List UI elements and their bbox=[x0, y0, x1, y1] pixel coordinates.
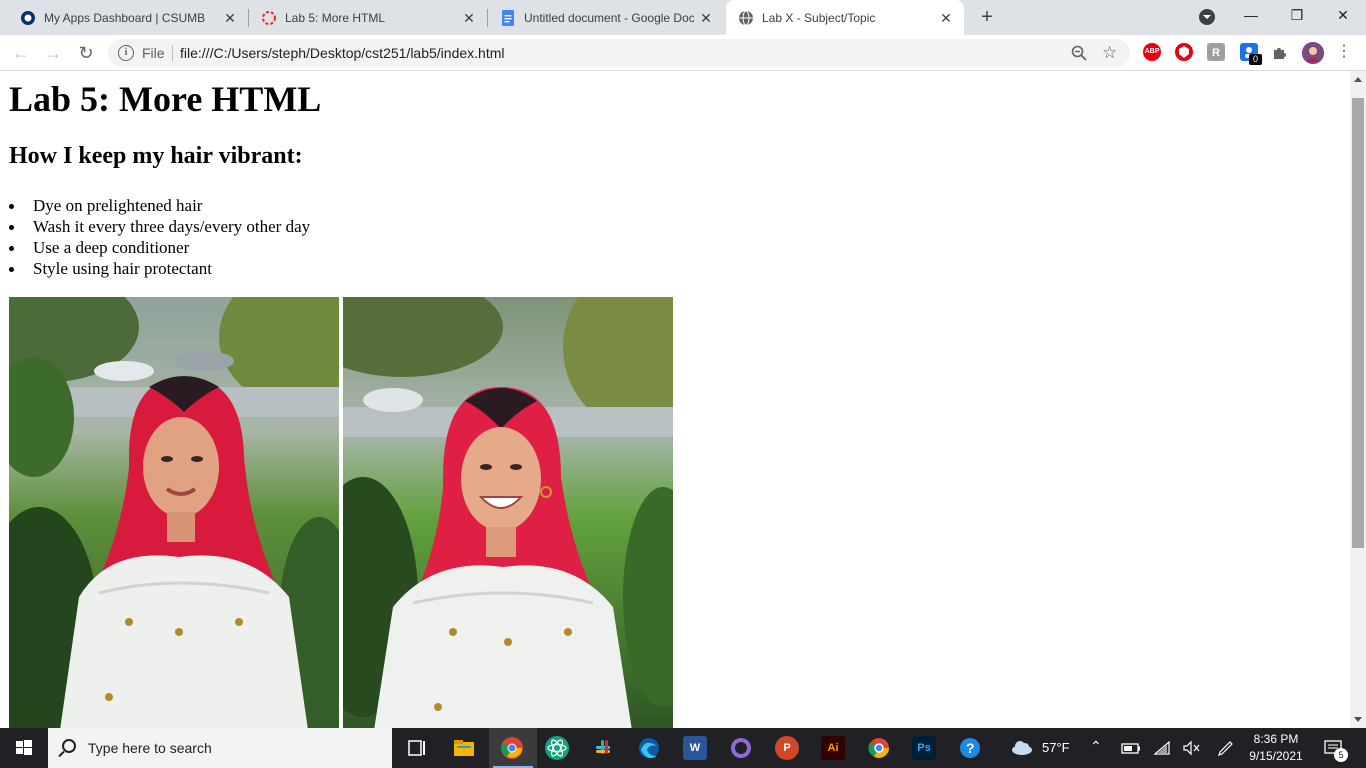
search-icon bbox=[62, 739, 76, 753]
chrome-icon[interactable] bbox=[500, 736, 524, 760]
tab-title: Lab X - Subject/Topic bbox=[762, 10, 876, 25]
globe-icon bbox=[738, 10, 754, 26]
tab-title: Lab 5: More HTML bbox=[285, 10, 386, 25]
section-heading: How I keep my hair vibrant: bbox=[9, 143, 303, 169]
notification-count-badge: 5 bbox=[1334, 748, 1348, 762]
loading-spinner-icon bbox=[261, 10, 277, 26]
profile-avatar[interactable] bbox=[1302, 42, 1324, 64]
scroll-down-arrow-icon[interactable] bbox=[1354, 717, 1362, 722]
google-docs-icon bbox=[500, 9, 516, 26]
close-tab-icon[interactable]: ✕ bbox=[938, 10, 954, 26]
bookmark-star-icon[interactable]: ☆ bbox=[1102, 43, 1117, 63]
new-tab-button[interactable]: + bbox=[976, 6, 998, 28]
photoshop-icon[interactable]: Ps bbox=[912, 736, 936, 760]
weather-temperature[interactable]: 57°F bbox=[1042, 740, 1070, 755]
pen-ink-icon[interactable] bbox=[1214, 736, 1238, 760]
browser-menu-icon[interactable]: ⋮ bbox=[1336, 43, 1352, 61]
close-window-button[interactable]: ✕ bbox=[1320, 0, 1366, 33]
chrome-profile-icon[interactable] bbox=[867, 736, 891, 760]
powerpoint-icon[interactable]: P bbox=[775, 736, 799, 760]
battery-icon[interactable] bbox=[1119, 736, 1143, 760]
info-icon[interactable]: i bbox=[118, 45, 134, 61]
forward-button[interactable]: → bbox=[41, 41, 65, 65]
file-explorer-icon[interactable] bbox=[452, 736, 476, 760]
tab-csumb-dashboard[interactable]: My Apps Dashboard | CSUMB ✕ bbox=[8, 0, 248, 35]
list-item: Use a deep conditioner bbox=[9, 237, 310, 258]
close-tab-icon[interactable]: ✕ bbox=[222, 10, 238, 26]
tab-title: Untitled document - Google Doc bbox=[524, 10, 694, 25]
vertical-scrollbar[interactable] bbox=[1350, 71, 1366, 728]
search-placeholder: Type here to search bbox=[88, 740, 212, 756]
back-button[interactable]: ← bbox=[9, 41, 33, 65]
edge-icon[interactable] bbox=[637, 736, 661, 760]
list-item: Style using hair protectant bbox=[9, 258, 310, 279]
help-icon[interactable]: ? bbox=[958, 736, 982, 760]
word-icon[interactable]: W bbox=[683, 736, 707, 760]
minimize-button[interactable]: — bbox=[1228, 0, 1274, 33]
atom-app-icon[interactable] bbox=[545, 736, 569, 760]
weather-cloud-icon[interactable] bbox=[1010, 736, 1034, 760]
tab-search-icon[interactable] bbox=[1199, 9, 1215, 25]
adblock-extension-icon[interactable]: ABP bbox=[1143, 43, 1161, 61]
tab-lab5-more-html[interactable]: Lab 5: More HTML ✕ bbox=[249, 0, 487, 35]
windows-start-button[interactable] bbox=[0, 728, 48, 768]
slack-icon[interactable] bbox=[591, 736, 615, 760]
illustrator-icon[interactable]: Ai bbox=[821, 736, 845, 760]
windows-taskbar: Type here to search W P Ai Ps ? 57°F ⌃ 8… bbox=[0, 728, 1366, 768]
clock-time: 8:36 PM bbox=[1253, 732, 1299, 746]
close-tab-icon[interactable]: ✕ bbox=[461, 10, 477, 26]
grammar-extension-icon[interactable]: R bbox=[1207, 43, 1225, 61]
task-view-icon[interactable] bbox=[405, 736, 429, 760]
system-clock[interactable]: 8:36 PM 9/15/2021 bbox=[1244, 731, 1308, 765]
show-hidden-icons-chevron-icon[interactable]: ⌃ bbox=[1090, 738, 1102, 755]
clock-date: 9/15/2021 bbox=[1249, 749, 1303, 763]
hair-tips-list: Dye on prelightened hair Wash it every t… bbox=[9, 195, 310, 279]
github-icon[interactable] bbox=[729, 736, 753, 760]
speaker-muted-icon[interactable] bbox=[1180, 736, 1204, 760]
puzzle-extensions-icon[interactable] bbox=[1271, 43, 1289, 61]
tab-lab-x-subject[interactable]: Lab X - Subject/Topic ✕ bbox=[726, 0, 964, 35]
scrollbar-thumb[interactable] bbox=[1352, 98, 1364, 548]
omnibox-divider bbox=[172, 45, 173, 61]
taskbar-search-box[interactable]: Type here to search bbox=[48, 728, 392, 768]
hair-photo-2 bbox=[343, 297, 673, 728]
tab-strip: My Apps Dashboard | CSUMB ✕ Lab 5: More … bbox=[0, 0, 1366, 35]
scroll-up-arrow-icon[interactable] bbox=[1354, 77, 1362, 82]
browser-toolbar: ← → ↻ i File file:///C:/Users/steph/Desk… bbox=[0, 35, 1366, 71]
zoom-icon[interactable] bbox=[1071, 45, 1087, 61]
svg-text:?: ? bbox=[966, 740, 975, 756]
restore-button[interactable]: ❐ bbox=[1274, 0, 1320, 33]
close-tab-icon[interactable]: ✕ bbox=[698, 10, 714, 26]
page-viewport: Lab 5: More HTML How I keep my hair vibr… bbox=[0, 71, 1350, 728]
reload-button[interactable]: ↻ bbox=[74, 41, 98, 65]
svg-text:R: R bbox=[1212, 47, 1220, 59]
ublock-extension-icon[interactable] bbox=[1175, 43, 1193, 61]
list-item: Dye on prelightened hair bbox=[9, 195, 310, 216]
hair-photo-1 bbox=[9, 297, 339, 728]
page-title: Lab 5: More HTML bbox=[9, 79, 322, 119]
address-bar[interactable]: i File file:///C:/Users/steph/Desktop/cs… bbox=[108, 39, 1130, 67]
list-item: Wash it every three days/every other day bbox=[9, 216, 310, 237]
extension-badge: 0 bbox=[1249, 54, 1262, 65]
tab-title: My Apps Dashboard | CSUMB bbox=[44, 10, 206, 25]
protocol-label[interactable]: File bbox=[142, 45, 165, 61]
url-text[interactable]: file:///C:/Users/steph/Desktop/cst251/la… bbox=[180, 45, 504, 61]
wifi-icon[interactable] bbox=[1151, 736, 1175, 760]
csumb-logo-icon bbox=[20, 10, 36, 26]
tab-google-doc[interactable]: Untitled document - Google Doc ✕ bbox=[488, 0, 724, 35]
